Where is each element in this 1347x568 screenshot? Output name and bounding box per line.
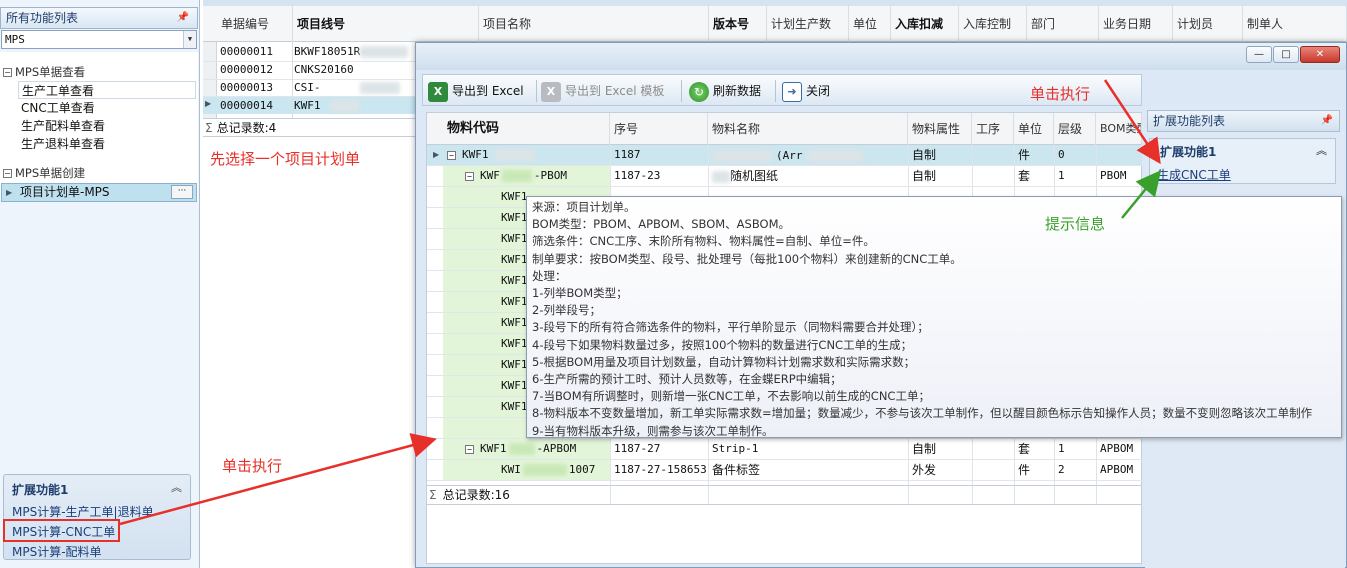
- arrow-to-dialog: [119, 433, 437, 526]
- annotation-arrows: [119, 79, 1162, 526]
- arrow-hint: [1121, 170, 1162, 219]
- arrow-to-cnc-link: [1103, 79, 1161, 165]
